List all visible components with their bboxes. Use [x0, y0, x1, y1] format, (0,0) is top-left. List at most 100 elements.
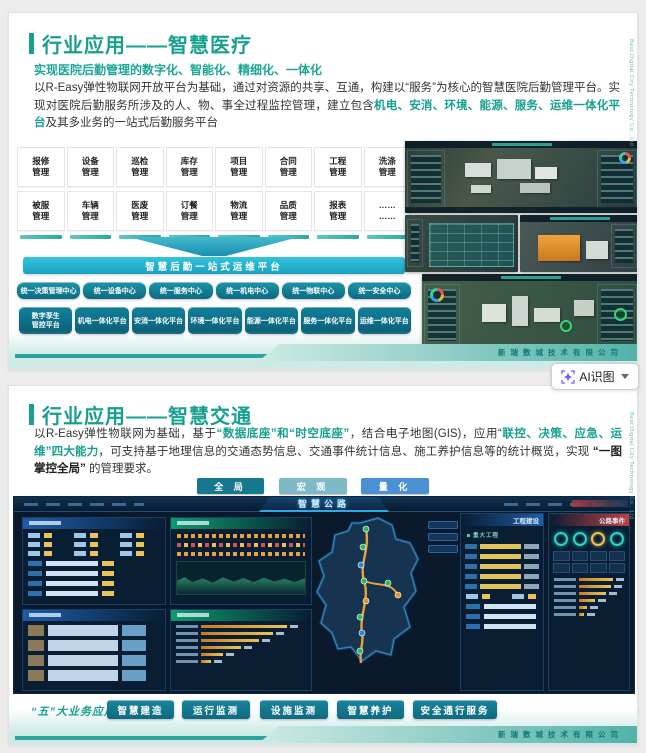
building-block	[482, 304, 506, 322]
dot-row	[177, 534, 305, 538]
bar-row	[554, 578, 624, 581]
building-block	[520, 183, 550, 193]
stat-row	[28, 533, 160, 538]
screenshot-topbar	[405, 141, 637, 148]
ai-sparkle-icon	[561, 369, 575, 384]
panel-header-events: 公路事件	[549, 514, 629, 526]
biz-button-safe-passage: 安全通行服务	[413, 700, 497, 719]
platform-button: 服务一体化平台	[301, 307, 355, 334]
layer-tab	[428, 533, 458, 541]
hospital-dashboard-screenshot-1	[405, 141, 637, 213]
unified-centers-row: 统一决策管理中心 统一设备中心 统一服务中心 统一机电中心 统一物联中心 统一安…	[17, 282, 412, 299]
highway-dashboard-screenshot: 智慧公路 工程建设 重大工程 公路事件	[13, 496, 635, 694]
module-cell: 工程 管理	[314, 147, 362, 187]
panel-header	[23, 518, 165, 529]
platform-banner: 智慧后勤一站式运维平台	[23, 257, 405, 274]
title-accent-bar	[29, 404, 34, 425]
module-cell: 订餐 管理	[165, 191, 213, 231]
building-block	[465, 163, 491, 177]
project-row	[465, 574, 539, 579]
helipad-circle	[560, 320, 572, 332]
screenshot-left-panel	[407, 150, 445, 208]
event-row	[28, 640, 160, 651]
screenshot-topbar	[422, 274, 637, 281]
paragraph-segment: ，可支持基于地理信息的交通态势信息、交通事件统计信息、施工养护信息等的统计概览，…	[98, 445, 593, 458]
building-block	[586, 241, 608, 259]
center-button: 统一设备中心	[83, 282, 147, 299]
bar-row	[176, 639, 306, 642]
paragraph-segment: ，结合电子地图(GIS)，应用“	[349, 428, 502, 440]
title-accent-bar	[29, 33, 34, 54]
company-ribbon: 新瑞数城技术有限公司	[259, 344, 637, 361]
slide2-title-row: 行业应用——智慧交通	[29, 400, 252, 429]
screenshot-icon-column	[407, 219, 423, 267]
bar-row	[554, 599, 624, 602]
module-grid: 报修 管理 设备 管理 巡检 管理 库存 管理 项目 管理 合同 管理 工程 管…	[17, 147, 411, 239]
module-cell: 合同 管理	[264, 147, 312, 187]
module-cell: 库存 管理	[165, 147, 213, 187]
panel-header-green	[171, 518, 311, 529]
event-row	[28, 655, 160, 666]
platform-button: 能源一体化平台	[244, 307, 299, 334]
panel-header	[23, 610, 165, 621]
biz-button-smart-construction: 智慧建造	[107, 700, 174, 719]
chevron-down-icon[interactable]	[620, 374, 629, 379]
stat-boxes	[553, 551, 625, 573]
donut-chart	[619, 152, 631, 164]
donut-chart	[430, 288, 444, 302]
dashboard-left-panel-stats	[22, 517, 166, 605]
bar-row	[554, 613, 624, 616]
dot-row	[177, 543, 305, 547]
area-series	[177, 577, 305, 594]
page-title: 行业应用——智慧交通	[42, 406, 252, 428]
screenshot-topbar	[520, 215, 637, 222]
module-cell: 洗涤 管理	[363, 147, 411, 187]
stat-row	[28, 551, 160, 556]
gauge-row	[552, 532, 626, 546]
ring-gauge	[554, 532, 569, 546]
view-button-macro: 宏 观	[279, 478, 347, 494]
list-row	[28, 561, 160, 566]
module-underline	[69, 235, 111, 239]
bar-row	[176, 632, 306, 635]
building-block	[512, 296, 528, 326]
project-row	[465, 564, 539, 569]
biz-button-smart-maintenance: 智慧养护	[337, 700, 404, 719]
module-cell: 报表 管理	[314, 191, 362, 231]
module-underline	[366, 235, 408, 239]
orange-building	[538, 235, 580, 261]
business-apps-label: “五”大业务应用	[31, 706, 116, 718]
center-button: 统一物联中心	[281, 282, 345, 299]
page-title: 行业应用——智慧医疗	[42, 35, 252, 57]
event-row	[28, 625, 160, 636]
side-watermark: Best Digital City Technology Co., Ltd	[628, 412, 634, 520]
slide1-subtitle: 实现医院后勤管理的数字化、智能化、精细化、一体化	[34, 63, 323, 77]
paragraph-segment: 以R-Easy弹性物联网为基础，基于	[34, 428, 217, 440]
paragraph-segment: 的管理要求。	[85, 463, 158, 475]
module-cell: 设备 管理	[66, 147, 114, 187]
ring-gauge	[614, 308, 627, 321]
slide-smart-transportation: 行业应用——智慧交通 以R-Easy弹性物联网为基础，基于“数据底座”和“时空底…	[8, 385, 638, 745]
bar-row	[176, 660, 306, 663]
slide-smart-healthcare: 行业应用——智慧医疗 实现医院后勤管理的数字化、智能化、精细化、一体化 以R-E…	[8, 12, 638, 370]
platform-button: 运维一体化平台	[357, 307, 411, 334]
dashboard-panel-engineering: 工程建设 重大工程	[460, 513, 544, 691]
slide1-title-row: 行业应用——智慧医疗	[29, 29, 252, 58]
biz-button-facility-monitoring: 设施监测	[260, 700, 328, 719]
company-ribbon: 新瑞数城技术有限公司	[259, 726, 637, 743]
platform-button: 安消一体化平台	[131, 307, 186, 334]
bar-row	[554, 592, 624, 595]
stat-row	[466, 594, 538, 599]
project-row	[465, 554, 539, 559]
list-row	[466, 614, 538, 619]
funnel-arrow	[129, 237, 299, 256]
center-button: 统一机电中心	[215, 282, 279, 299]
slide1-paragraph: 以R-Easy弹性物联网开放平台为基础，通过对资源的共享、互通，构建以“服务”为…	[34, 80, 620, 133]
layer-tab	[428, 521, 458, 529]
ai-image-recognition-button[interactable]: AI识图	[551, 363, 639, 390]
event-row	[28, 670, 160, 681]
list-row	[28, 591, 160, 596]
building-block	[497, 159, 531, 179]
project-row	[465, 544, 539, 549]
module-underline	[317, 235, 359, 239]
